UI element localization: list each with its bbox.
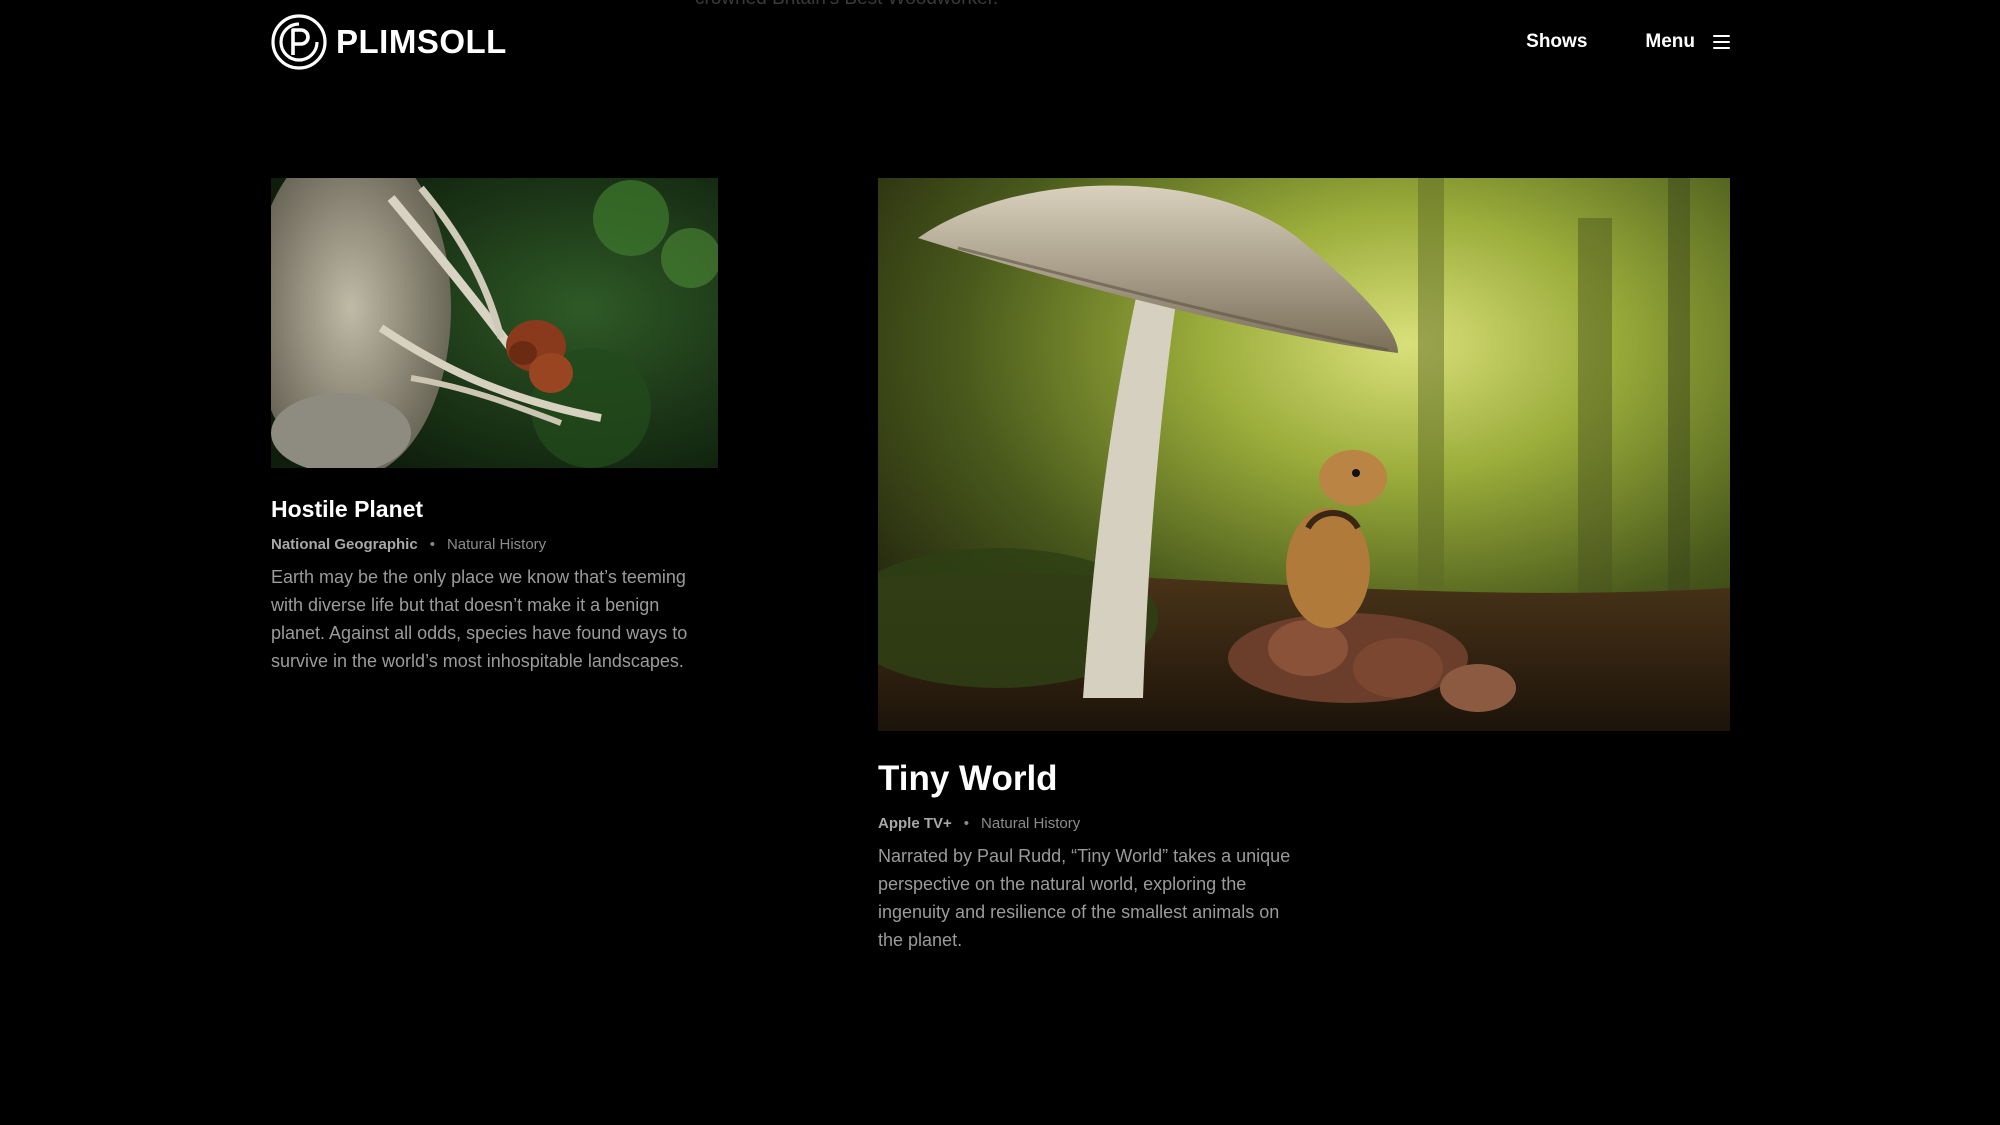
orangutan-image xyxy=(271,178,718,468)
show-genre: Natural History xyxy=(981,815,1081,832)
show-network: Apple TV+ xyxy=(878,815,952,832)
logo-text: PLIMSOLL xyxy=(336,23,507,60)
show-thumbnail-hostile-planet[interactable] xyxy=(271,178,718,468)
nav-shows-label: Shows xyxy=(1526,31,1588,52)
show-meta: National Geographic • Natural History xyxy=(271,536,718,553)
main-nav: Shows Menu xyxy=(1526,31,1730,53)
show-card-hostile-planet: Hostile Planet National Geographic • Nat… xyxy=(271,178,718,675)
hamburger-icon xyxy=(1713,35,1730,49)
nav-shows-link[interactable]: Shows xyxy=(1526,31,1587,53)
plimsoll-logo-icon xyxy=(271,14,327,70)
show-description: Narrated by Paul Rudd, “Tiny World” take… xyxy=(878,846,1291,950)
meta-separator: • xyxy=(429,536,435,553)
show-meta: Apple TV+ • Natural History xyxy=(878,815,1730,832)
site-header: PLIMSOLL Shows Menu xyxy=(270,12,1730,72)
page: crowned Britain's Best Woodworker. PLIMS… xyxy=(0,0,2000,1125)
show-thumbnail-tiny-world[interactable] xyxy=(878,178,1730,731)
show-title[interactable]: Hostile Planet xyxy=(271,494,718,524)
chipmunk-mushroom-image xyxy=(878,178,1730,731)
plimsoll-logo[interactable]: PLIMSOLL xyxy=(270,13,507,71)
show-genre: Natural History xyxy=(446,536,547,553)
show-title[interactable]: Tiny World xyxy=(878,757,1730,801)
menu-button[interactable]: Menu xyxy=(1645,31,1730,53)
show-card-tiny-world: Tiny World Apple TV+ • Natural History N… xyxy=(878,178,1730,954)
scrolled-text-fragment: crowned Britain's Best Woodworker. xyxy=(695,0,998,10)
menu-label: Menu xyxy=(1645,31,1695,52)
show-network: National Geographic xyxy=(271,536,418,553)
show-description: Earth may be the only place we know that… xyxy=(271,567,688,671)
meta-separator: • xyxy=(963,815,970,832)
